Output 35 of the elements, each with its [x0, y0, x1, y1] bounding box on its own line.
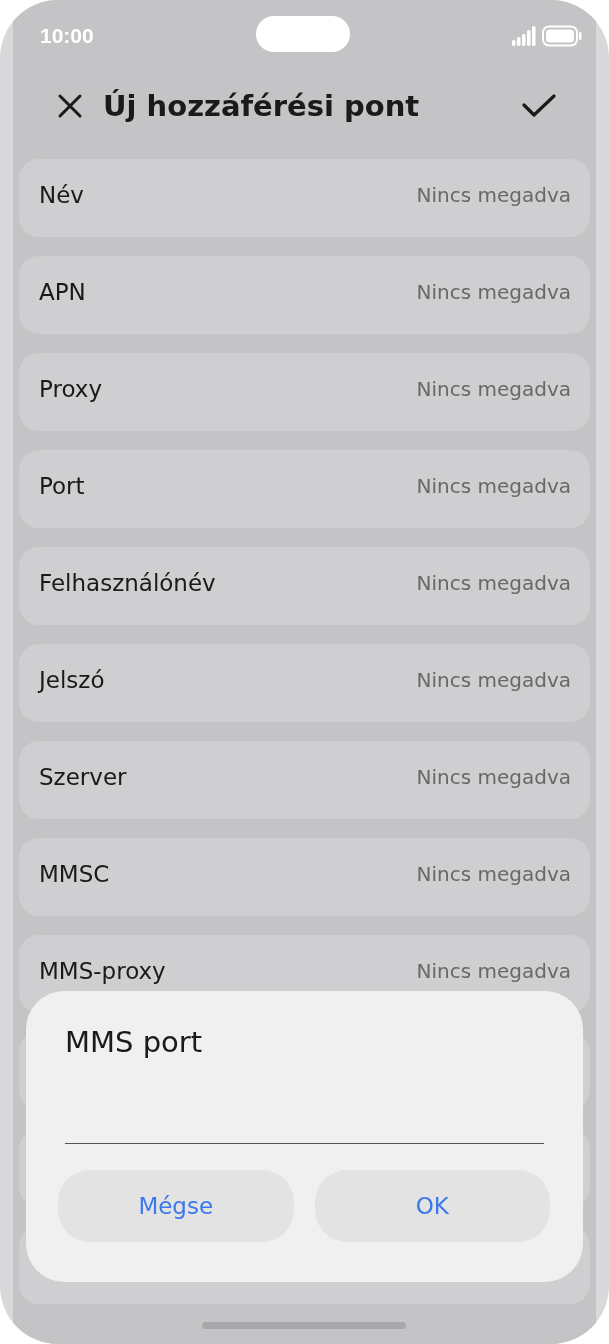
battery-icon [542, 25, 582, 47]
dialog-title: MMS port [65, 1025, 204, 1059]
setting-label: APN [39, 279, 86, 305]
confirm-button[interactable] [522, 94, 556, 118]
setting-value: Nincs megadva [416, 280, 571, 304]
setting-value: Nincs megadva [416, 668, 571, 692]
setting-row[interactable]: Port Nincs megadva [19, 450, 590, 528]
setting-row[interactable]: Név Nincs megadva [19, 159, 590, 237]
setting-value: Nincs megadva [416, 474, 571, 498]
setting-label: MMSC [39, 861, 110, 887]
status-time: 10:00 [40, 24, 94, 48]
setting-row[interactable]: Jelszó Nincs megadva [19, 644, 590, 722]
setting-label: Név [39, 182, 84, 208]
setting-value: Nincs megadva [416, 765, 571, 789]
page-title: Új hozzáférési pont [103, 89, 420, 123]
setting-row[interactable]: Felhasználónév Nincs megadva [19, 547, 590, 625]
setting-label: Proxy [39, 376, 102, 402]
close-icon [57, 93, 83, 119]
setting-value: Nincs megadva [416, 959, 571, 983]
setting-label: Jelszó [39, 667, 105, 693]
setting-label: Port [39, 473, 85, 499]
setting-label: MMS-proxy [39, 958, 166, 984]
setting-row[interactable]: APN Nincs megadva [19, 256, 590, 334]
signal-icon [512, 26, 536, 46]
close-button[interactable] [57, 93, 83, 119]
setting-row[interactable]: MMSC Nincs megadva [19, 838, 590, 916]
setting-value: Nincs megadva [416, 571, 571, 595]
setting-row[interactable]: Szerver Nincs megadva [19, 741, 590, 819]
checkmark-icon [522, 94, 556, 118]
setting-row[interactable]: Proxy Nincs megadva [19, 353, 590, 431]
setting-label: Felhasználónév [39, 570, 216, 596]
setting-label: Szerver [39, 764, 127, 790]
setting-value: Nincs megadva [416, 183, 571, 207]
setting-value: Nincs megadva [416, 862, 571, 886]
setting-value: Nincs megadva [416, 377, 571, 401]
